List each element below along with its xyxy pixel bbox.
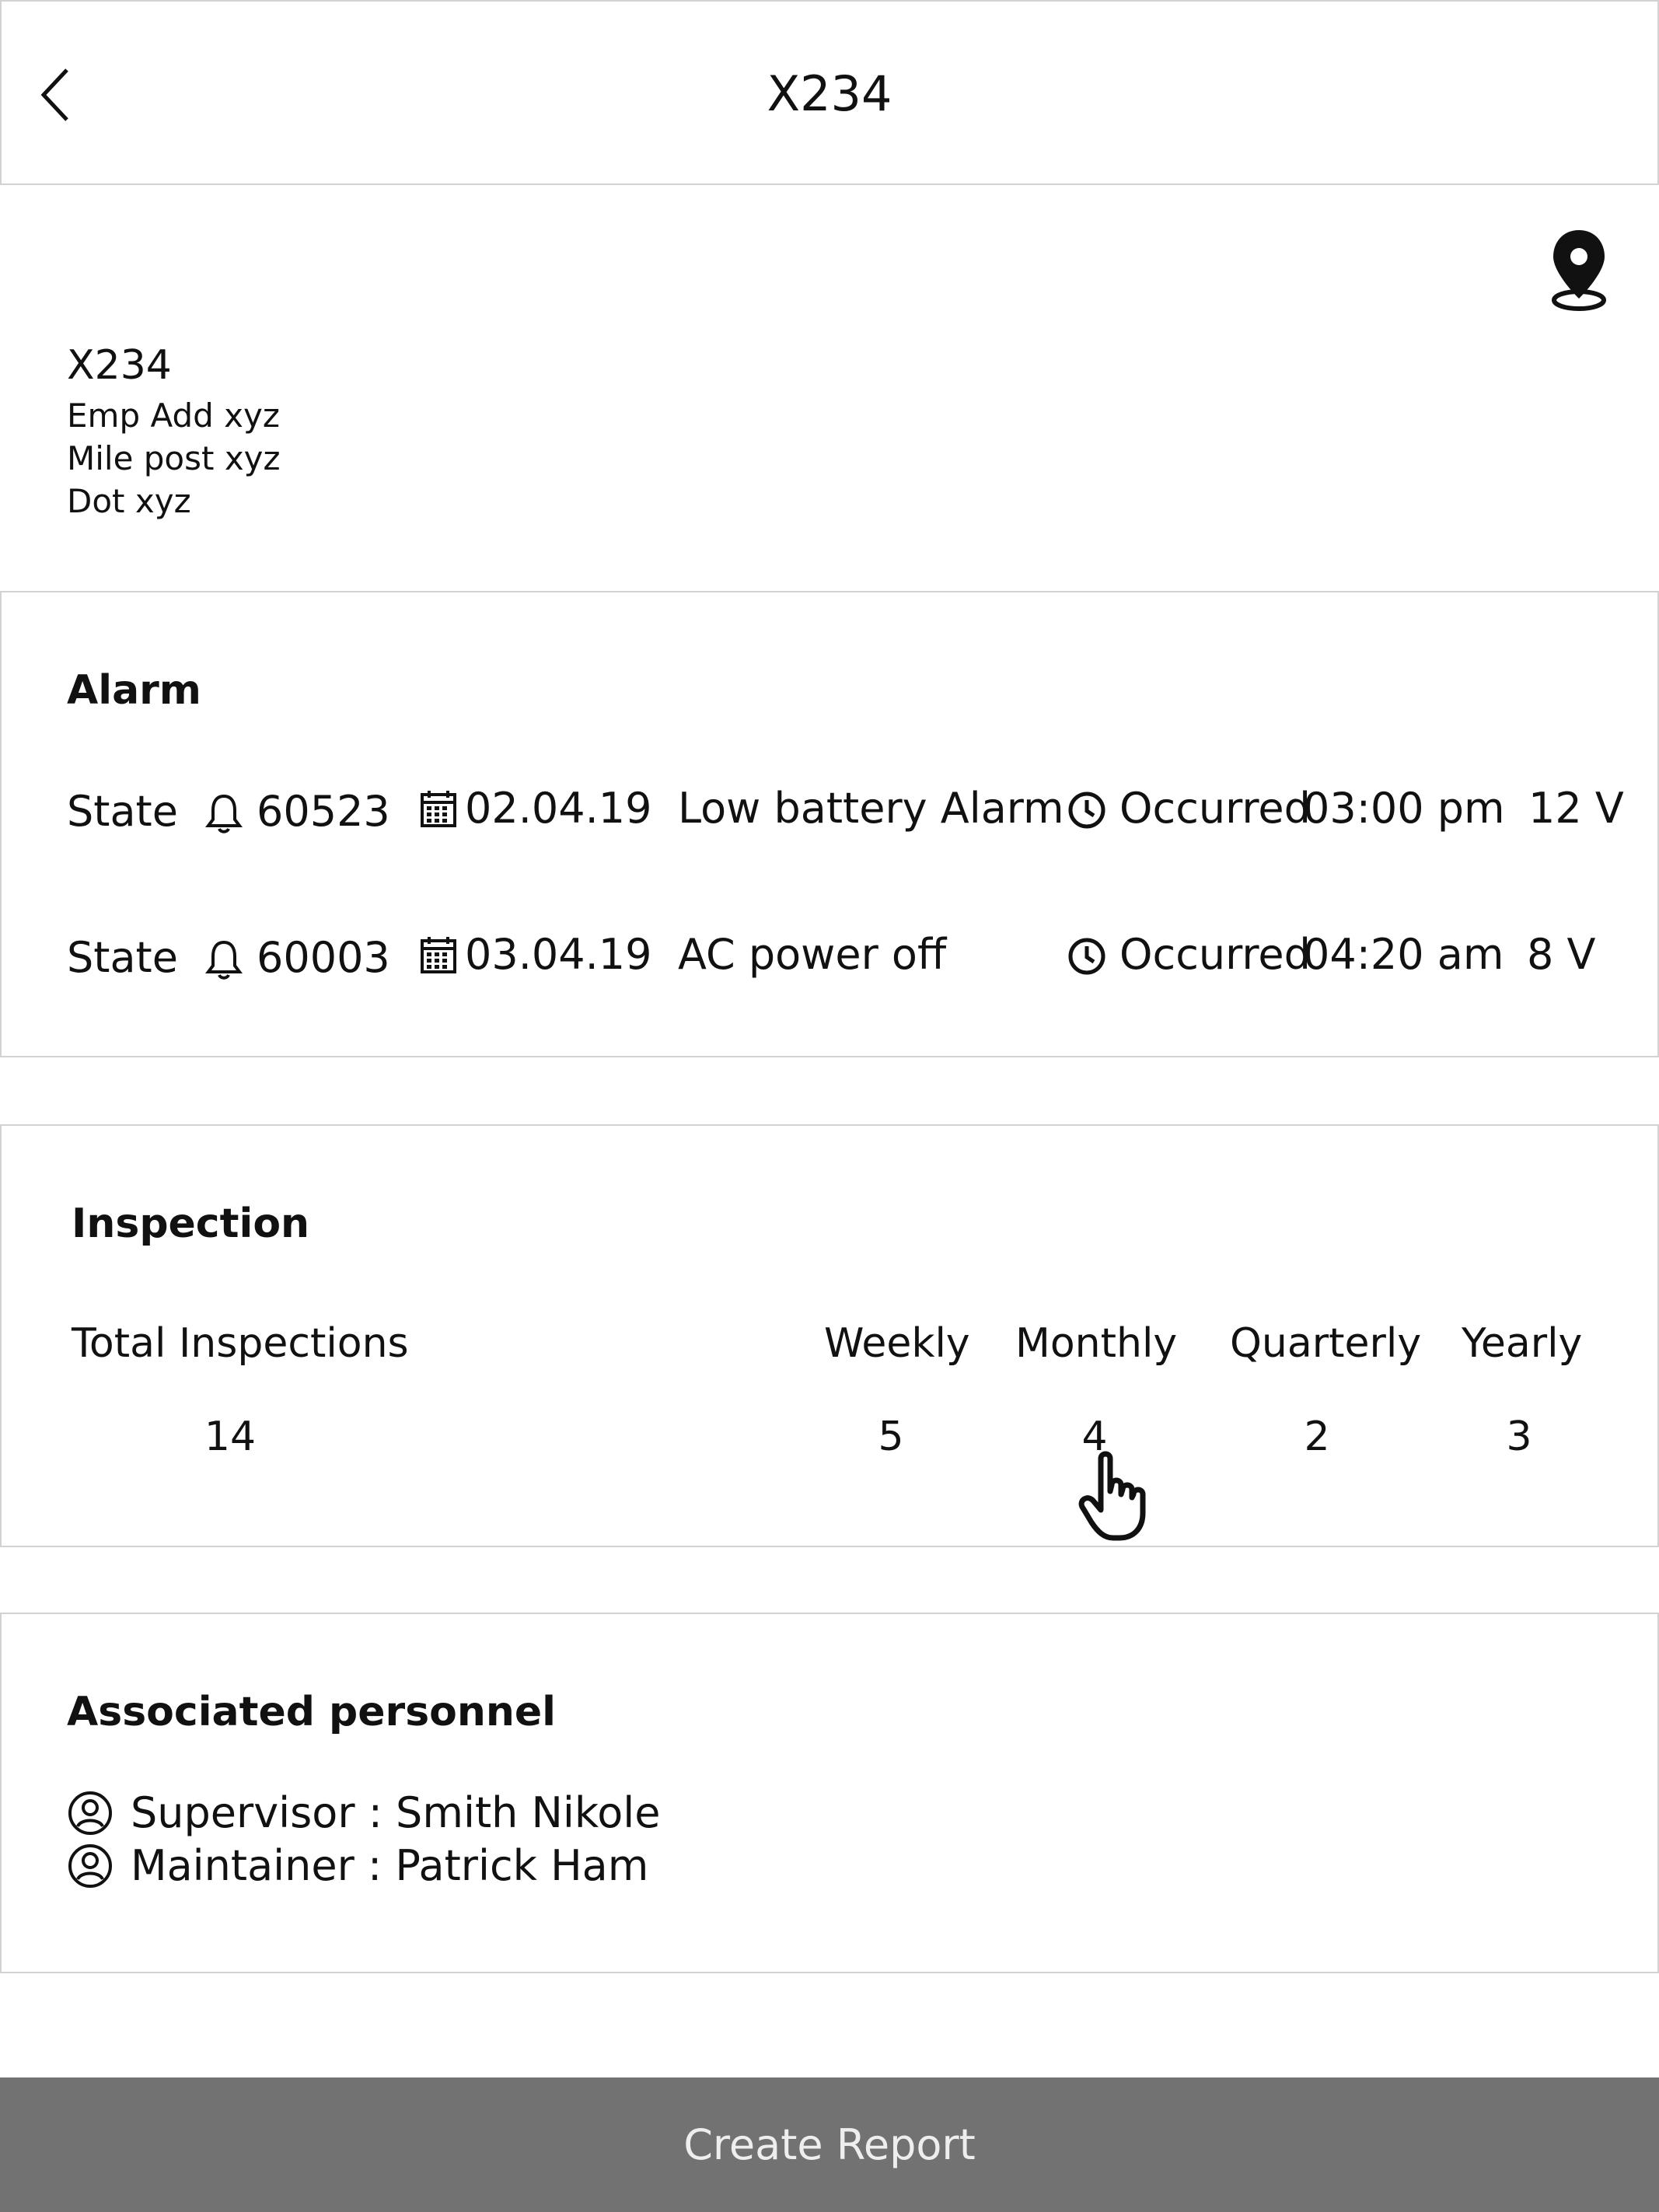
- alarm-state: State: [67, 933, 178, 982]
- user-circle-icon: [68, 1844, 112, 1888]
- back-chevron-icon[interactable]: [36, 65, 78, 124]
- hand-pointer-icon: [1078, 1451, 1146, 1541]
- user-circle-icon: [68, 1791, 112, 1835]
- alarm-id: 60523: [257, 787, 390, 836]
- device-dot: Dot xyz: [67, 482, 191, 520]
- total-inspections-value[interactable]: 14: [137, 1414, 323, 1460]
- personnel-title: Associated personnel: [67, 1689, 557, 1735]
- alarm-occurred-label: Occurred: [1119, 784, 1311, 833]
- alarm-state: State: [67, 787, 178, 836]
- alarm-date: 03.04.19: [465, 930, 652, 979]
- alarm-voltage: 12 V: [1528, 784, 1624, 833]
- supervisor-text: Supervisor : Smith Nikole: [131, 1788, 661, 1837]
- calendar-icon: [421, 937, 456, 973]
- quarterly-value[interactable]: 2: [1224, 1414, 1410, 1460]
- bell-icon: [205, 794, 243, 833]
- alarm-time: 04:20 am: [1303, 930, 1504, 979]
- clock-icon: [1068, 791, 1105, 829]
- monthly-label: Monthly: [1015, 1320, 1178, 1367]
- alarm-time: 03:00 pm: [1303, 784, 1505, 833]
- inspection-title: Inspection: [72, 1200, 310, 1247]
- bell-icon: [205, 940, 243, 980]
- alarm-voltage: 8 V: [1527, 930, 1596, 979]
- alarm-occurred-label: Occurred: [1119, 930, 1311, 979]
- yearly-label: Yearly: [1462, 1320, 1583, 1367]
- device-address: Emp Add xyz: [67, 397, 280, 435]
- page-title: X234: [767, 65, 892, 122]
- calendar-icon: [421, 791, 456, 827]
- create-report-button[interactable]: Create Report: [0, 2077, 1659, 2212]
- total-inspections-label: Total Inspections: [72, 1320, 409, 1367]
- alarm-id: 60003: [257, 933, 390, 982]
- alarm-title: Alarm: [67, 667, 201, 714]
- weekly-label: Weekly: [824, 1320, 970, 1367]
- quarterly-label: Quarterly: [1230, 1320, 1422, 1367]
- device-name: X234: [67, 342, 172, 389]
- alarm-description: AC power off: [678, 930, 947, 979]
- weekly-value[interactable]: 5: [798, 1414, 984, 1460]
- clock-icon: [1068, 938, 1105, 975]
- map-pin-icon[interactable]: [1547, 227, 1611, 313]
- alarm-description: Low battery Alarm: [678, 784, 1064, 833]
- device-mile-post: Mile post xyz: [67, 439, 281, 477]
- alarm-date: 02.04.19: [465, 784, 652, 833]
- yearly-value[interactable]: 3: [1426, 1414, 1612, 1460]
- maintainer-text: Maintainer : Patrick Ham: [131, 1841, 649, 1890]
